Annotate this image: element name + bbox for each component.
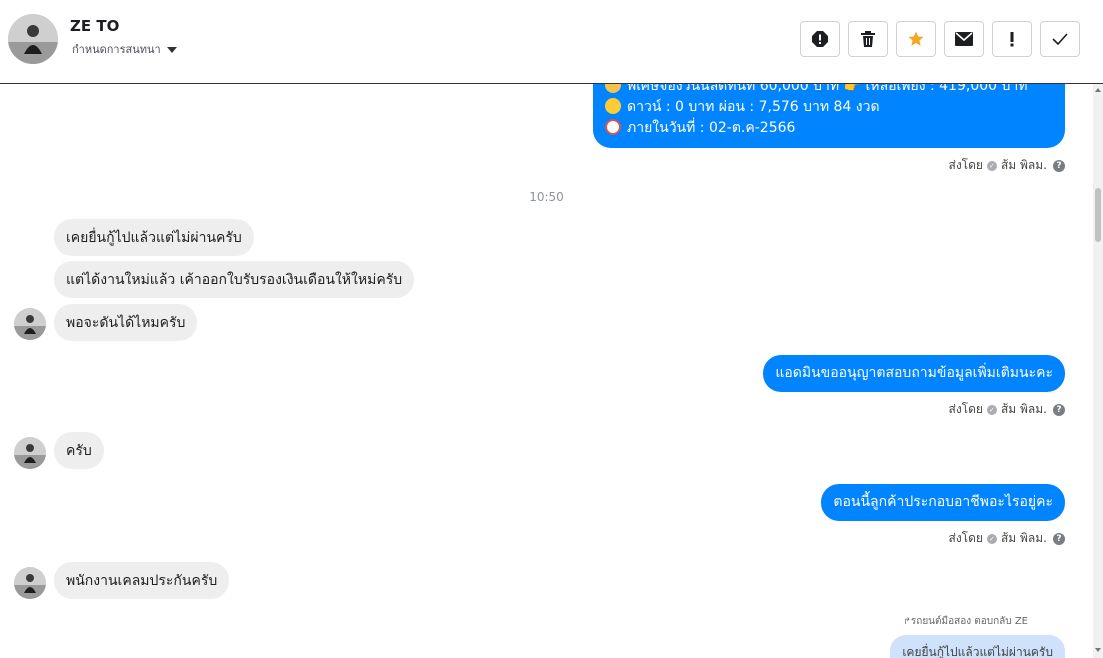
reply-arrow-icon: ↱ bbox=[903, 617, 911, 627]
exclamation-icon bbox=[1010, 32, 1014, 47]
outgoing-message[interactable]: ตอนนี้ลูกค้าประกอบอาชีพอะไรอยู่คะ bbox=[821, 484, 1065, 521]
sender-name[interactable]: ส้ม พิลม. bbox=[1001, 529, 1047, 548]
promo-line-1: พิเศษจองวันนี้ลดทันที 60,000 บาท 👉 เหลือ… bbox=[605, 84, 1053, 97]
scroll-down-arrow-icon[interactable] bbox=[1095, 648, 1101, 652]
conversation-settings-label: กำหนดการสนทนา bbox=[72, 43, 161, 56]
report-icon bbox=[812, 31, 828, 47]
sent-by-label: ส่งโดย bbox=[948, 158, 983, 172]
sun-icon bbox=[605, 98, 621, 114]
contact-avatar-small bbox=[14, 308, 46, 340]
chat-scrollbar[interactable] bbox=[1093, 84, 1103, 658]
check-icon: ✓ bbox=[986, 404, 997, 415]
conversation-header: ZE TO กำหนดการสนทนา bbox=[0, 0, 1103, 84]
outgoing-message[interactable]: แอดมินขออนุญาตสอบถามข้อมูลเพิ่มเติมนะคะ bbox=[763, 355, 1065, 392]
star-icon bbox=[908, 31, 924, 46]
promo-line-2: ดาวน์ : 0 บาท ผ่อน : 7,576 บาท 84 งวด bbox=[605, 97, 1053, 118]
star-button[interactable] bbox=[896, 21, 936, 57]
reply-context: ↱รถยนต์มือสอง ตอบกลับ ZE bbox=[903, 616, 1028, 627]
delete-button[interactable] bbox=[848, 21, 888, 57]
time-separator: 10:50 bbox=[529, 190, 564, 204]
contact-avatar[interactable] bbox=[8, 14, 58, 64]
incoming-message[interactable]: พอจะดันได้ไหมครับ bbox=[54, 304, 198, 341]
sent-by-label: ส่งโดย bbox=[948, 402, 983, 416]
scrollbar-thumb[interactable] bbox=[1095, 188, 1101, 242]
sender-name[interactable]: ส้ม พิลม. bbox=[1001, 400, 1047, 419]
help-icon[interactable]: ? bbox=[1053, 532, 1065, 545]
contact-avatar-small bbox=[14, 567, 46, 599]
check-icon: ✓ bbox=[986, 160, 997, 171]
promo-line-3: ภายในวันที่ : 02-ต.ค-2566 bbox=[605, 118, 1053, 139]
mark-unread-button[interactable] bbox=[944, 21, 984, 57]
check-icon bbox=[1052, 33, 1068, 45]
sent-by-label: ส่งโดย bbox=[948, 531, 983, 545]
check-icon: ✓ bbox=[986, 533, 997, 544]
follow-up-button[interactable] bbox=[992, 21, 1032, 57]
replied-message-quote[interactable]: เคยยื่นกู้ไปแล้วแต่ไม่ผ่านครับ bbox=[890, 635, 1065, 658]
help-icon[interactable]: ? bbox=[1053, 403, 1065, 416]
caret-down-icon bbox=[166, 47, 177, 53]
scroll-up-arrow-icon[interactable] bbox=[1095, 88, 1101, 92]
trash-icon bbox=[861, 31, 875, 47]
outgoing-message-promo[interactable]: พิเศษจองวันนี้ลดทันที 60,000 บาท 👉 เหลือ… bbox=[593, 84, 1065, 148]
incoming-message[interactable]: เคยยื่นกู้ไปแล้วแต่ไม่ผ่านครับ bbox=[54, 219, 254, 256]
help-icon[interactable]: ? bbox=[1053, 159, 1065, 172]
sent-by-info: ส่งโดย ✓ ส้ม พิลม. ? bbox=[948, 156, 1065, 175]
message-thread[interactable]: พิเศษจองวันนี้ลดทันที 60,000 บาท 👉 เหลือ… bbox=[0, 84, 1093, 658]
contact-name[interactable]: ZE TO bbox=[70, 17, 119, 35]
header-actions bbox=[800, 21, 1080, 57]
incoming-message[interactable]: ครับ bbox=[54, 432, 104, 469]
sent-by-info: ส่งโดย ✓ ส้ม พิลม. ? bbox=[948, 529, 1065, 548]
clock-icon bbox=[605, 119, 621, 135]
report-button[interactable] bbox=[800, 21, 840, 57]
party-icon bbox=[605, 84, 621, 93]
incoming-message[interactable]: แต่ได้งานใหม่แล้ว เค้าออกใบรับรองเงินเดื… bbox=[54, 261, 415, 298]
sent-by-info: ส่งโดย ✓ ส้ม พิลม. ? bbox=[948, 400, 1065, 419]
messenger-conversation: ZE TO กำหนดการสนทนา พิเศษจองวันนี้ลดทันท… bbox=[0, 0, 1103, 658]
conversation-settings-dropdown[interactable]: กำหนดการสนทนา bbox=[72, 40, 177, 58]
contact-avatar-small bbox=[14, 437, 46, 469]
incoming-message[interactable]: พนักงานเคลมประกันครับ bbox=[54, 562, 230, 599]
envelope-icon bbox=[955, 32, 973, 46]
mark-done-button[interactable] bbox=[1040, 21, 1080, 57]
sender-name[interactable]: ส้ม พิลม. bbox=[1001, 156, 1047, 175]
